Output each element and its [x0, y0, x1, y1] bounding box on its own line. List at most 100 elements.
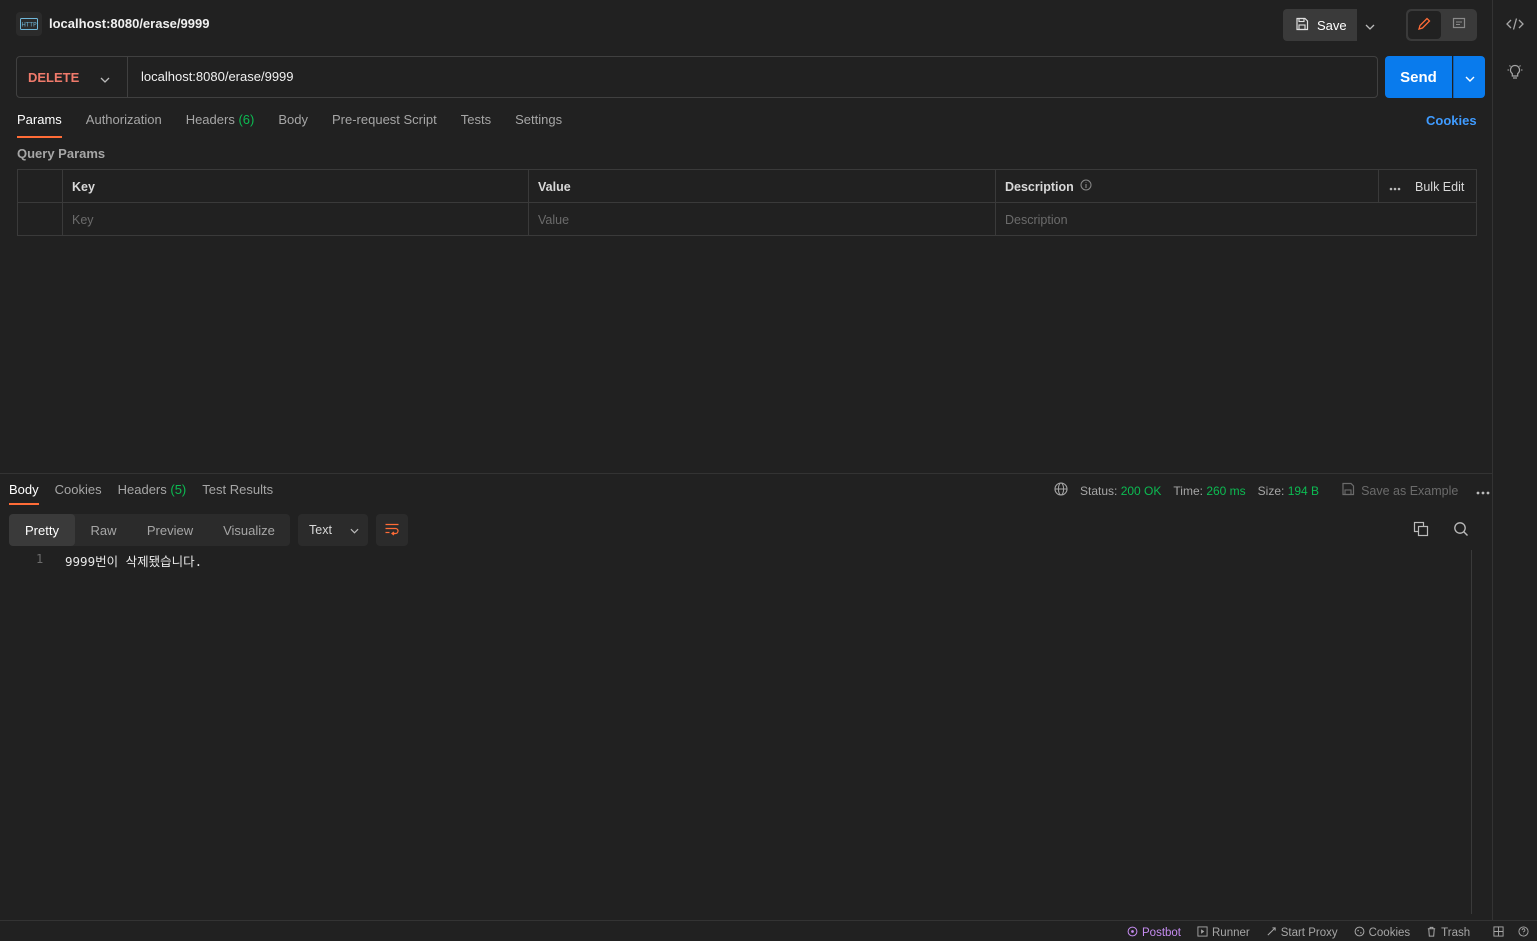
- response-size: Size: 194 B: [1258, 484, 1319, 498]
- tab-params[interactable]: Params: [17, 112, 62, 138]
- format-visualize[interactable]: Visualize: [208, 514, 290, 546]
- runner-icon: [1197, 926, 1208, 940]
- proxy-icon: [1266, 926, 1277, 940]
- query-params-table: Key Value Description Bulk Edit Key Valu…: [17, 169, 1477, 236]
- response-tab-test-results[interactable]: Test Results: [202, 482, 273, 505]
- time-value: 260 ms: [1206, 483, 1246, 498]
- size-label: Size:: [1257, 483, 1285, 498]
- response-time: Time: 260 ms: [1173, 484, 1245, 498]
- status-bar: Postbot Runner Start Proxy Cookies Trash: [0, 920, 1537, 941]
- tab-tests[interactable]: Tests: [461, 112, 491, 138]
- method-label: DELETE: [28, 69, 80, 85]
- comment-icon: [1452, 17, 1466, 34]
- cookie-icon: [1354, 926, 1365, 940]
- cookies-button[interactable]: Cookies: [1354, 926, 1411, 940]
- chevron-down-icon: [1365, 18, 1375, 33]
- chevron-down-icon: [350, 523, 359, 537]
- comments-mode-button[interactable]: [1443, 11, 1476, 39]
- postbot-icon: [1127, 926, 1138, 940]
- body-type-select[interactable]: Text: [298, 514, 368, 546]
- trash-button[interactable]: Trash: [1426, 926, 1470, 940]
- ellipsis-icon[interactable]: [1389, 180, 1401, 194]
- status-bar-items: Postbot Runner Start Proxy Cookies Trash: [1127, 926, 1470, 940]
- value-input[interactable]: Value: [528, 203, 995, 236]
- key-input[interactable]: Key: [62, 203, 529, 236]
- tab-prerequest-script[interactable]: Pre-request Script: [332, 112, 437, 138]
- request-tabs: Params Authorization Headers (6) Body Pr…: [17, 112, 562, 138]
- view-toggle: [1406, 9, 1477, 41]
- line-number: 1: [36, 552, 44, 566]
- runner-button[interactable]: Runner: [1197, 926, 1250, 940]
- response-tab-headers[interactable]: Headers (5): [118, 482, 187, 505]
- request-title[interactable]: localhost:8080/erase/9999: [49, 16, 209, 31]
- copy-response-button[interactable]: [1410, 519, 1432, 541]
- lightbulb-icon: [1506, 63, 1524, 84]
- start-proxy-button[interactable]: Start Proxy: [1266, 926, 1338, 940]
- response-tab-cookies[interactable]: Cookies: [55, 482, 102, 505]
- format-pretty[interactable]: Pretty: [9, 514, 75, 546]
- help-icon[interactable]: [1518, 925, 1529, 940]
- method-select[interactable]: DELETE: [17, 57, 128, 97]
- send-button[interactable]: Send: [1385, 56, 1452, 98]
- body-type-label: Text: [309, 523, 332, 537]
- search-response-button[interactable]: [1450, 519, 1472, 541]
- bulk-edit-area: Bulk Edit: [1378, 170, 1476, 203]
- save-options-button[interactable]: [1358, 9, 1382, 41]
- format-raw[interactable]: Raw: [75, 514, 132, 546]
- globe-icon[interactable]: [1054, 482, 1068, 499]
- send-group: Send: [1385, 56, 1485, 98]
- table-header-row: Key Value Description Bulk Edit: [18, 170, 1476, 203]
- right-sidebar: [1493, 0, 1537, 920]
- chevron-down-icon: [1465, 70, 1475, 85]
- response-scrollbar[interactable]: [1471, 550, 1472, 914]
- tab-headers[interactable]: Headers (6): [186, 112, 255, 138]
- url-bar: DELETE localhost:8080/erase/9999: [16, 56, 1378, 98]
- send-options-button[interactable]: [1453, 56, 1485, 98]
- save-as-example-label: Save as Example: [1361, 483, 1459, 498]
- info-icon[interactable]: [1080, 179, 1092, 194]
- edit-mode-button[interactable]: [1408, 11, 1441, 39]
- response-format-tabs: Pretty Raw Preview Visualize: [9, 514, 290, 546]
- save-icon: [1341, 482, 1355, 499]
- postbot-button[interactable]: Postbot: [1127, 926, 1181, 940]
- layout-icon[interactable]: [1493, 925, 1504, 940]
- response-body-text: 9999번이 삭제됐습니다.: [65, 554, 203, 569]
- query-params-title: Query Params: [17, 146, 106, 161]
- url-input[interactable]: localhost:8080/erase/9999: [141, 69, 294, 84]
- response-tab-body[interactable]: Body: [9, 482, 39, 505]
- column-description-header: Description: [995, 170, 1378, 203]
- status-bar-icons: [1493, 925, 1529, 940]
- save-button[interactable]: Save: [1283, 9, 1357, 41]
- tab-headers-count: (6): [238, 112, 255, 127]
- column-key-header: Key: [62, 170, 529, 203]
- table-row: Key Value Description: [18, 203, 1476, 236]
- context-info-button[interactable]: [1505, 63, 1525, 83]
- status-label: Status:: [1080, 483, 1118, 498]
- response-status: Status: 200 OK: [1080, 484, 1161, 498]
- response-divider[interactable]: [0, 473, 1493, 474]
- response-headers-count: (5): [170, 482, 187, 497]
- format-preview[interactable]: Preview: [132, 514, 208, 546]
- ellipsis-icon[interactable]: [1476, 484, 1490, 498]
- cookies-label: Cookies: [1368, 927, 1411, 939]
- tab-authorization[interactable]: Authorization: [86, 112, 162, 138]
- status-value: 200 OK: [1120, 483, 1162, 498]
- cookies-link[interactable]: Cookies: [1426, 113, 1477, 128]
- trash-icon: [1426, 926, 1437, 940]
- code-snippet-button[interactable]: [1505, 15, 1525, 35]
- save-as-example-button[interactable]: Save as Example: [1341, 482, 1458, 499]
- search-icon: [1453, 521, 1469, 540]
- wrap-lines-button[interactable]: [376, 514, 408, 546]
- save-group: Save: [1283, 9, 1382, 41]
- tab-body[interactable]: Body: [278, 112, 308, 138]
- trash-label: Trash: [1441, 927, 1471, 939]
- code-icon: [1506, 17, 1524, 34]
- http-icon: HTTP: [16, 12, 42, 36]
- response-body-editor[interactable]: 1 9999번이 삭제됐습니다.: [0, 550, 1470, 915]
- description-input[interactable]: Description: [995, 203, 1476, 236]
- response-tabs: Body Cookies Headers (5) Test Results: [9, 482, 273, 505]
- request-header: HTTP localhost:8080/erase/9999 Save: [0, 0, 1493, 50]
- postbot-label: Postbot: [1142, 927, 1181, 939]
- bulk-edit-button[interactable]: Bulk Edit: [1415, 180, 1464, 194]
- tab-settings[interactable]: Settings: [515, 112, 562, 138]
